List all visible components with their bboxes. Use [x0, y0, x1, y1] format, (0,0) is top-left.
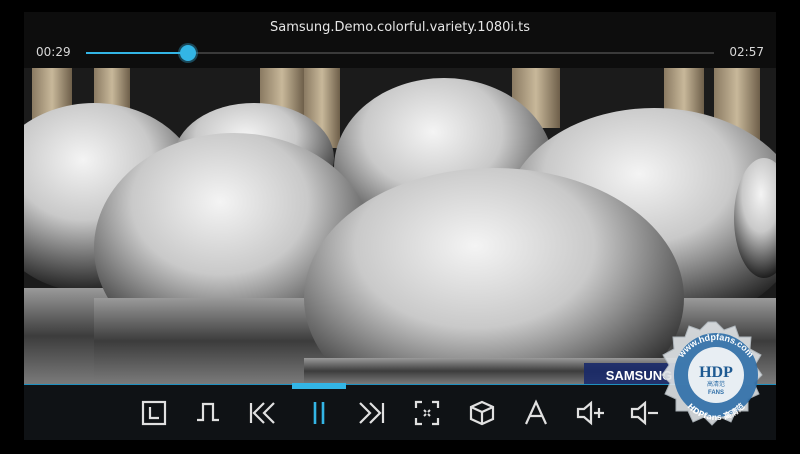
active-indicator [292, 383, 346, 389]
elapsed-time: 00:29 [36, 45, 71, 59]
fullscreen-button[interactable] [407, 393, 447, 433]
text-a-icon [524, 399, 548, 425]
history-button[interactable] [134, 393, 174, 433]
seek-thumb[interactable] [180, 45, 197, 61]
video-title: Samsung.Demo.colorful.variety.1080i.ts [270, 20, 530, 35]
total-duration: 02:57 [729, 45, 764, 59]
volume-plus-icon [576, 400, 604, 426]
seek-bar[interactable] [86, 45, 714, 61]
clock-square-icon [141, 400, 167, 426]
watermark-cn: 高清范 [707, 380, 725, 388]
hdpfans-watermark: www.hdpfans.com HDPfans 高清范 HDP 高清范 FANS [661, 321, 763, 426]
seek-progress [86, 52, 189, 54]
skip-previous-icon [249, 402, 275, 424]
subtitle-button[interactable] [516, 393, 556, 433]
pause-icon [313, 402, 325, 424]
cube-icon [469, 400, 495, 426]
volume-minus-icon [630, 400, 658, 426]
top-bar: Samsung.Demo.colorful.variety.1080i.ts 0… [24, 12, 776, 68]
volume-up-button[interactable] [570, 393, 610, 433]
next-button[interactable] [352, 393, 392, 433]
watermark-sub: FANS [708, 390, 724, 396]
playlist-button[interactable] [188, 393, 228, 433]
3d-button[interactable] [462, 393, 502, 433]
player-frame: Samsung.Demo.colorful.variety.1080i.ts 0… [0, 0, 800, 454]
pause-button[interactable] [299, 393, 339, 433]
previous-button[interactable] [242, 393, 282, 433]
watermark-logo: HDP [699, 364, 733, 381]
skip-next-icon [359, 402, 385, 424]
list-bracket-icon [197, 402, 219, 422]
fullscreen-icon [414, 400, 440, 426]
